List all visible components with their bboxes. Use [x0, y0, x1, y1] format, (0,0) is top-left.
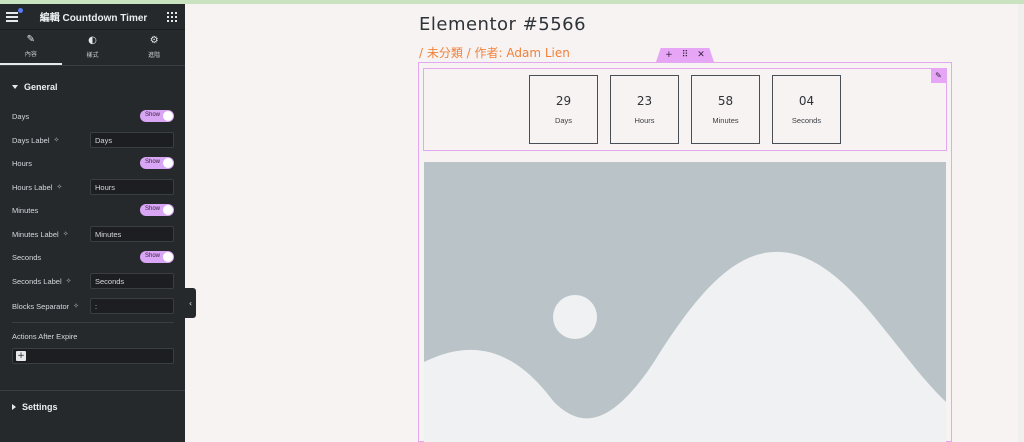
hours-toggle-text: Show [145, 159, 161, 165]
edit-widget-icon[interactable]: ✎ [931, 69, 946, 83]
control-seconds-label: Seconds Label ✧ [12, 273, 174, 289]
toggle-knob [163, 111, 173, 121]
tab-style-label: 樣式 [86, 53, 99, 59]
countdown-label: Seconds [791, 116, 822, 125]
section-toolbar: + ⠿ ✕ [656, 48, 714, 62]
seconds-label-caption: Seconds Label [12, 276, 62, 286]
control-hours: Hours Show [12, 155, 174, 171]
menu-icon[interactable] [6, 7, 23, 23]
minutes-toggle[interactable]: Show [140, 204, 174, 216]
tab-style[interactable]: ◐ 樣式 [62, 30, 124, 65]
ai-sparkle-icon[interactable]: ✧ [56, 183, 62, 191]
pencil-icon: ✎ [26, 34, 36, 45]
section-settings-title: Settings [22, 402, 58, 412]
control-minutes: Minutes Show [12, 202, 174, 218]
contrast-icon: ◐ [88, 35, 97, 46]
separator-input[interactable] [90, 298, 174, 314]
hours-label-text: Hours Label ✧ [12, 183, 62, 192]
countdown-number: 23 [636, 94, 653, 108]
days-toggle-label: Days [12, 111, 30, 121]
control-days: Days Show [12, 108, 174, 124]
actions-after-expire-label: Actions After Expire [12, 332, 78, 341]
canvas-scrollbar[interactable] [1018, 4, 1024, 442]
seconds-toggle-label: Seconds [12, 252, 42, 262]
placeholder-landscape-icon [424, 162, 946, 442]
tab-advanced[interactable]: ⚙ 進階 [123, 30, 185, 65]
sidebar-tabs: ✎ 內容 ◐ 樣式 ⚙ 進階 [0, 30, 185, 66]
days-label-text: Days Label ✧ [12, 136, 59, 145]
caret-right-icon [12, 404, 16, 410]
countdown-block-days: 29 Days [529, 75, 598, 144]
section-general-header[interactable]: General [0, 80, 185, 94]
sidebar-title: 編輯 Countdown Timer [39, 13, 148, 24]
countdown-block-seconds: 04 Seconds [772, 75, 841, 144]
gear-icon: ⚙ [149, 35, 159, 46]
seconds-toggle[interactable]: Show [140, 251, 174, 263]
ai-sparkle-icon[interactable]: ✧ [66, 277, 72, 285]
section-general-title: General [24, 82, 58, 92]
toggle-knob [163, 158, 173, 168]
days-label-caption: Days Label [12, 135, 50, 145]
seconds-label-text: Seconds Label ✧ [12, 277, 72, 286]
actions-after-expire-select[interactable]: + [12, 348, 174, 364]
minutes-label-caption: Minutes Label [12, 229, 59, 239]
separator-label-caption: Blocks Separator [12, 301, 70, 311]
settings-separator [0, 390, 185, 391]
tab-content[interactable]: ✎ 內容 [0, 30, 62, 65]
control-hours-label: Hours Label ✧ [12, 179, 174, 195]
editor-sidebar: 編輯 Countdown Timer ✎ 內容 ◐ 樣式 ⚙ 進階 Genera… [0, 4, 185, 442]
tab-content-label: 內容 [24, 52, 37, 58]
hours-label-caption: Hours Label [12, 182, 53, 192]
hours-toggle-label: Hours [12, 158, 33, 168]
control-minutes-label: Minutes Label ✧ [12, 226, 174, 242]
countdown-block-minutes: 58 Minutes [691, 75, 760, 144]
notification-dot [18, 7, 23, 13]
tab-advanced-label: 進階 [148, 53, 161, 59]
countdown-number: 58 [717, 94, 734, 108]
countdown-widget[interactable] [423, 68, 947, 151]
ai-sparkle-icon[interactable]: ✧ [54, 136, 60, 144]
countdown-label: Hours [634, 116, 655, 125]
days-toggle-text: Show [145, 112, 161, 118]
drag-handle-icon[interactable]: ⠿ [682, 50, 689, 60]
minutes-label-input[interactable] [90, 226, 174, 242]
countdown-label: Minutes [712, 116, 739, 125]
toggle-knob [163, 205, 173, 215]
close-icon[interactable]: ✕ [697, 50, 705, 60]
ai-sparkle-icon[interactable]: ✧ [63, 230, 69, 238]
sidebar-header: 編輯 Countdown Timer [0, 4, 185, 30]
widgets-grid-icon[interactable] [167, 11, 177, 22]
days-label-input[interactable] [90, 132, 174, 148]
control-seconds: Seconds Show [12, 249, 174, 265]
toggle-knob [163, 252, 173, 262]
control-blocks-separator: Blocks Separator ✧ [12, 298, 174, 314]
days-toggle[interactable]: Show [140, 110, 174, 122]
countdown-number: 29 [555, 94, 572, 108]
add-section-icon[interactable]: + [665, 50, 673, 60]
minutes-label-text: Minutes Label ✧ [12, 230, 69, 239]
minutes-toggle-text: Show [145, 206, 161, 212]
control-days-label: Days Label ✧ [12, 132, 174, 148]
add-action-icon[interactable]: + [16, 351, 26, 361]
section-settings-header[interactable]: Settings [0, 400, 70, 414]
minutes-toggle-label: Minutes [12, 205, 39, 215]
seconds-toggle-text: Show [145, 253, 161, 259]
section-divider [12, 322, 174, 323]
post-meta[interactable]: / 未分類 / 作者: Adam Lien [419, 44, 570, 61]
countdown-label: Days [554, 116, 573, 125]
seconds-label-input[interactable] [90, 273, 174, 289]
hours-label-input[interactable] [90, 179, 174, 195]
ai-sparkle-icon[interactable]: ✧ [73, 302, 79, 310]
hours-toggle[interactable]: Show [140, 157, 174, 169]
collapse-panel-handle[interactable]: ‹ [185, 288, 196, 318]
image-placeholder[interactable] [424, 162, 946, 442]
countdown-number: 04 [798, 94, 815, 108]
separator-label-text: Blocks Separator ✧ [12, 302, 79, 311]
caret-down-icon [12, 85, 18, 89]
countdown-block-hours: 23 Hours [610, 75, 679, 144]
page-title: Elementor #5566 [419, 14, 587, 35]
chevron-left-icon: ‹ [188, 298, 193, 308]
